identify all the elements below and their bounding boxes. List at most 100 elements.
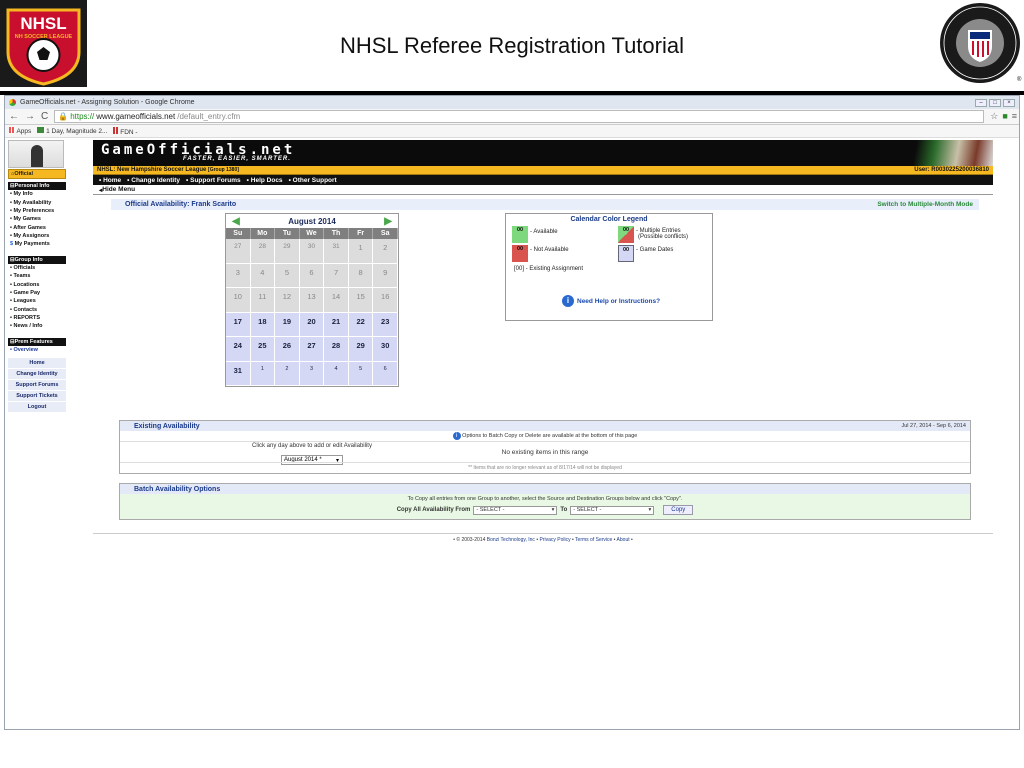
calendar-day[interactable]: 2 bbox=[373, 239, 398, 264]
back-arrow-icon[interactable]: ← bbox=[9, 111, 19, 122]
calendar-day[interactable]: 7 bbox=[324, 263, 349, 288]
bookmark-fdn[interactable]: FDN - bbox=[113, 126, 138, 136]
calendar-day[interactable]: 28 bbox=[324, 337, 349, 362]
calendar-day[interactable]: 11 bbox=[250, 288, 276, 313]
menu-home[interactable]: • Home bbox=[99, 177, 121, 184]
help-link[interactable]: i Need Help or Instructions? bbox=[562, 295, 660, 307]
calendar-day[interactable]: 17 bbox=[226, 312, 251, 337]
calendar-day[interactable]: 31 bbox=[226, 361, 251, 386]
menu-support-forums[interactable]: • Support Forums bbox=[186, 177, 241, 184]
menu-change-identity[interactable]: • Change Identity bbox=[127, 177, 180, 184]
calendar-day[interactable]: 21 bbox=[324, 312, 349, 337]
calendar-day[interactable]: 13 bbox=[299, 288, 325, 313]
calendar-day[interactable]: 29 bbox=[348, 337, 374, 362]
sidebar-item-contacts[interactable]: • Contacts bbox=[8, 306, 66, 314]
calendar-day[interactable]: 1 bbox=[348, 239, 374, 264]
browser-actions: ☆ ■ ≡ bbox=[990, 111, 1017, 122]
calendar-day[interactable]: 19 bbox=[275, 312, 300, 337]
sidebar-home-button[interactable]: Home bbox=[8, 358, 66, 369]
sidebar-item-leagues[interactable]: • Leagues bbox=[8, 297, 66, 305]
sidebar-item-overview[interactable]: • Overview bbox=[8, 346, 66, 354]
copy-from-select[interactable]: - SELECT - ▾ bbox=[473, 505, 558, 515]
calendar-day[interactable]: 20 bbox=[299, 312, 325, 337]
calendar-day[interactable]: 14 bbox=[324, 288, 349, 313]
calendar-day[interactable]: 8 bbox=[348, 263, 374, 288]
sidebar-support-forums-button[interactable]: Support Forums bbox=[8, 380, 66, 391]
calendar-day[interactable]: 9 bbox=[373, 263, 398, 288]
calendar-day[interactable]: 28 bbox=[250, 239, 276, 264]
calendar-day[interactable]: 12 bbox=[275, 288, 300, 313]
calendar-day[interactable]: 29 bbox=[275, 239, 300, 264]
maximize-button[interactable]: □ bbox=[989, 98, 1001, 107]
personal-info-header[interactable]: ⊟Personal Info bbox=[8, 182, 66, 190]
sidebar-item-locations[interactable]: • Locations bbox=[8, 280, 66, 288]
calendar-day[interactable]: 10 bbox=[226, 288, 251, 313]
prev-month-arrow-icon[interactable]: ◀ bbox=[232, 216, 240, 227]
calendar-day[interactable]: 5 bbox=[348, 361, 374, 386]
calendar-day[interactable]: 16 bbox=[373, 288, 398, 313]
sidebar-item-officials[interactable]: • Officials bbox=[8, 264, 66, 272]
sidebar-item-after-games[interactable]: • After Games bbox=[8, 224, 66, 232]
copy-to-select[interactable]: - SELECT - ▾ bbox=[570, 505, 655, 515]
footer-about-link[interactable]: About bbox=[617, 537, 630, 543]
extension-icon[interactable]: ■ bbox=[1002, 111, 1007, 122]
calendar-day[interactable]: 31 bbox=[324, 239, 349, 264]
bookmark-star-icon[interactable]: ☆ bbox=[990, 111, 998, 122]
calendar-day[interactable]: 30 bbox=[299, 239, 325, 264]
availability-heading: Official Availability: Frank Scarito bbox=[125, 201, 237, 208]
footer-company-link[interactable]: Bonzi Technology, Inc bbox=[487, 537, 535, 543]
group-info-header[interactable]: ⊟Group Info bbox=[8, 255, 66, 264]
calendar-day[interactable]: 6 bbox=[373, 361, 398, 386]
calendar-day[interactable]: 4 bbox=[324, 361, 349, 386]
switch-multi-month-link[interactable]: Switch to Multiple-Month Mode bbox=[877, 201, 973, 208]
calendar-day[interactable]: 4 bbox=[250, 263, 276, 288]
menu-other-support[interactable]: • Other Support bbox=[289, 177, 337, 184]
sidebar-item-my-availability[interactable]: • My Availability bbox=[8, 198, 66, 206]
calendar-day[interactable]: 6 bbox=[299, 263, 325, 288]
sidebar-item-my-preferences[interactable]: • My Preferences bbox=[8, 207, 66, 215]
forward-arrow-icon[interactable]: → bbox=[25, 111, 35, 122]
calendar-day[interactable]: 24 bbox=[226, 337, 251, 362]
minimize-button[interactable]: – bbox=[975, 98, 987, 107]
sidebar-item-reports[interactable]: • REPORTS bbox=[8, 314, 66, 322]
sidebar-item-my-info[interactable]: • My Info bbox=[8, 190, 66, 198]
prem-features-header[interactable]: ⊟Prem Features bbox=[8, 337, 66, 346]
sidebar-change-identity-button[interactable]: Change Identity bbox=[8, 369, 66, 380]
sidebar-logout-button[interactable]: Logout bbox=[8, 402, 66, 413]
copy-button[interactable]: Copy bbox=[663, 505, 694, 515]
menu-help-docs[interactable]: • Help Docs bbox=[247, 177, 283, 184]
bookmark-magnitude[interactable]: 1 Day, Magnitude 2... bbox=[37, 127, 107, 135]
batch-body: To Copy all entries from one Group to an… bbox=[120, 494, 970, 519]
official-tab[interactable]: ⌂Official bbox=[8, 169, 66, 179]
calendar-day[interactable]: 2 bbox=[275, 361, 300, 386]
menu-icon[interactable]: ≡ bbox=[1012, 111, 1017, 122]
sidebar-item-my-games[interactable]: • My Games bbox=[8, 215, 66, 223]
next-month-arrow-icon[interactable]: ▶ bbox=[384, 216, 392, 227]
calendar-day[interactable]: 18 bbox=[250, 312, 276, 337]
calendar-day[interactable]: 15 bbox=[348, 288, 374, 313]
calendar-day[interactable]: 5 bbox=[275, 263, 300, 288]
calendar-day[interactable]: 30 bbox=[373, 337, 398, 362]
calendar-day[interactable]: 23 bbox=[373, 312, 398, 337]
footer-privacy-link[interactable]: Privacy Policy bbox=[539, 537, 570, 543]
sidebar-support-tickets-button[interactable]: Support Tickets bbox=[8, 391, 66, 402]
close-button[interactable]: × bbox=[1003, 98, 1015, 107]
reload-icon[interactable]: C bbox=[41, 111, 48, 122]
address-bar[interactable]: 🔒 https://www.gameofficials.net/default_… bbox=[54, 110, 985, 123]
calendar-day[interactable]: 27 bbox=[299, 337, 325, 362]
calendar-day[interactable]: 3 bbox=[226, 263, 251, 288]
sidebar-item-my-assignors[interactable]: • My Assignors bbox=[8, 232, 66, 240]
sidebar-item-news-info[interactable]: • News / Info bbox=[8, 322, 66, 330]
calendar-day[interactable]: 25 bbox=[250, 337, 276, 362]
bookmark-apps[interactable]: Apps bbox=[9, 127, 31, 135]
sidebar-item-my-payments[interactable]: $ My Payments bbox=[8, 240, 66, 248]
calendar-day[interactable]: 1 bbox=[250, 361, 276, 386]
calendar-day[interactable]: 27 bbox=[226, 239, 251, 264]
sidebar-item-teams[interactable]: • Teams bbox=[8, 272, 66, 280]
sidebar-item-game-pay[interactable]: • Game Pay bbox=[8, 289, 66, 297]
calendar-day[interactable]: 26 bbox=[275, 337, 300, 362]
calendar-day[interactable]: 3 bbox=[299, 361, 325, 386]
hide-menu-toggle[interactable]: ◂ Hide Menu bbox=[93, 185, 993, 195]
footer-terms-link[interactable]: Terms of Service bbox=[575, 537, 612, 543]
calendar-day[interactable]: 22 bbox=[348, 312, 374, 337]
